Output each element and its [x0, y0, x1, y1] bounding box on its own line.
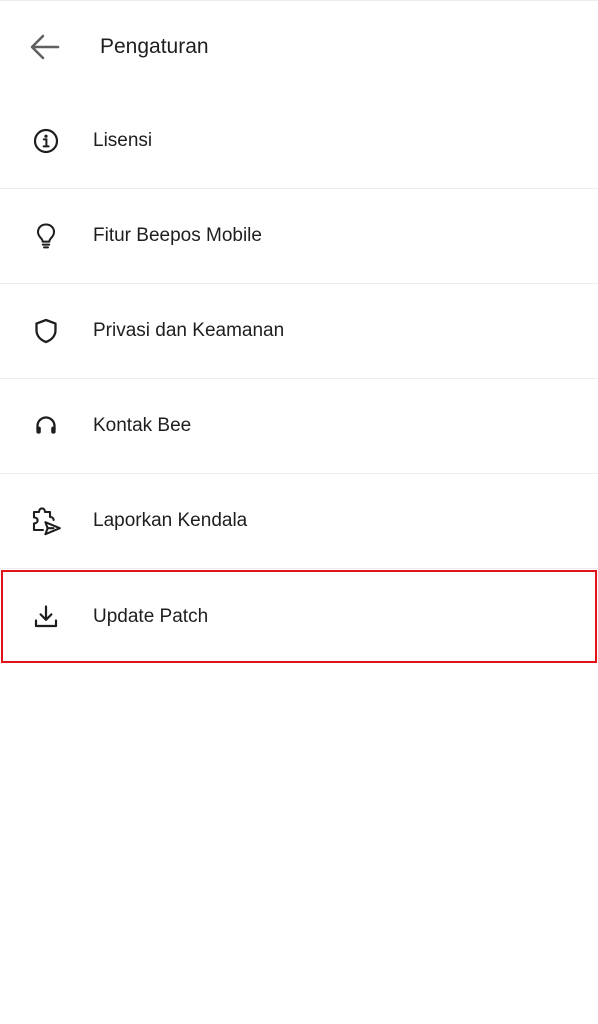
- back-button[interactable]: [27, 29, 63, 65]
- download-icon: [30, 601, 62, 633]
- arrow-left-icon: [30, 34, 60, 60]
- menu-item-privasi[interactable]: Privasi dan Keamanan: [0, 284, 598, 379]
- puzzle-send-icon: [30, 505, 62, 537]
- menu-item-laporkan-kendala[interactable]: Laporkan Kendala: [0, 474, 598, 569]
- shield-icon: [30, 315, 62, 347]
- menu-item-kontak-bee[interactable]: Kontak Bee: [0, 379, 598, 474]
- menu-item-fitur-beepos[interactable]: Fitur Beepos Mobile: [0, 189, 598, 284]
- lightbulb-icon: [30, 220, 62, 252]
- settings-menu: Lisensi Fitur Beepos Mobile Privasi dan …: [0, 94, 598, 664]
- menu-item-label: Update Patch: [93, 605, 209, 627]
- page-title: Pengaturan: [100, 35, 209, 58]
- headset-icon: [30, 410, 62, 442]
- menu-item-label: Privasi dan Keamanan: [93, 320, 285, 341]
- menu-item-lisensi[interactable]: Lisensi: [0, 94, 598, 189]
- menu-item-label: Laporkan Kendala: [93, 510, 248, 531]
- menu-item-label: Fitur Beepos Mobile: [93, 225, 262, 246]
- settings-screen: Pengaturan Lisensi Fitur Beepos Mobile P…: [0, 0, 598, 1024]
- info-circle-icon: [30, 125, 62, 157]
- menu-item-update-patch[interactable]: Update Patch: [0, 569, 598, 664]
- menu-item-label: Lisensi: [93, 130, 153, 151]
- app-bar: Pengaturan: [0, 0, 598, 94]
- menu-item-label: Kontak Bee: [93, 415, 192, 436]
